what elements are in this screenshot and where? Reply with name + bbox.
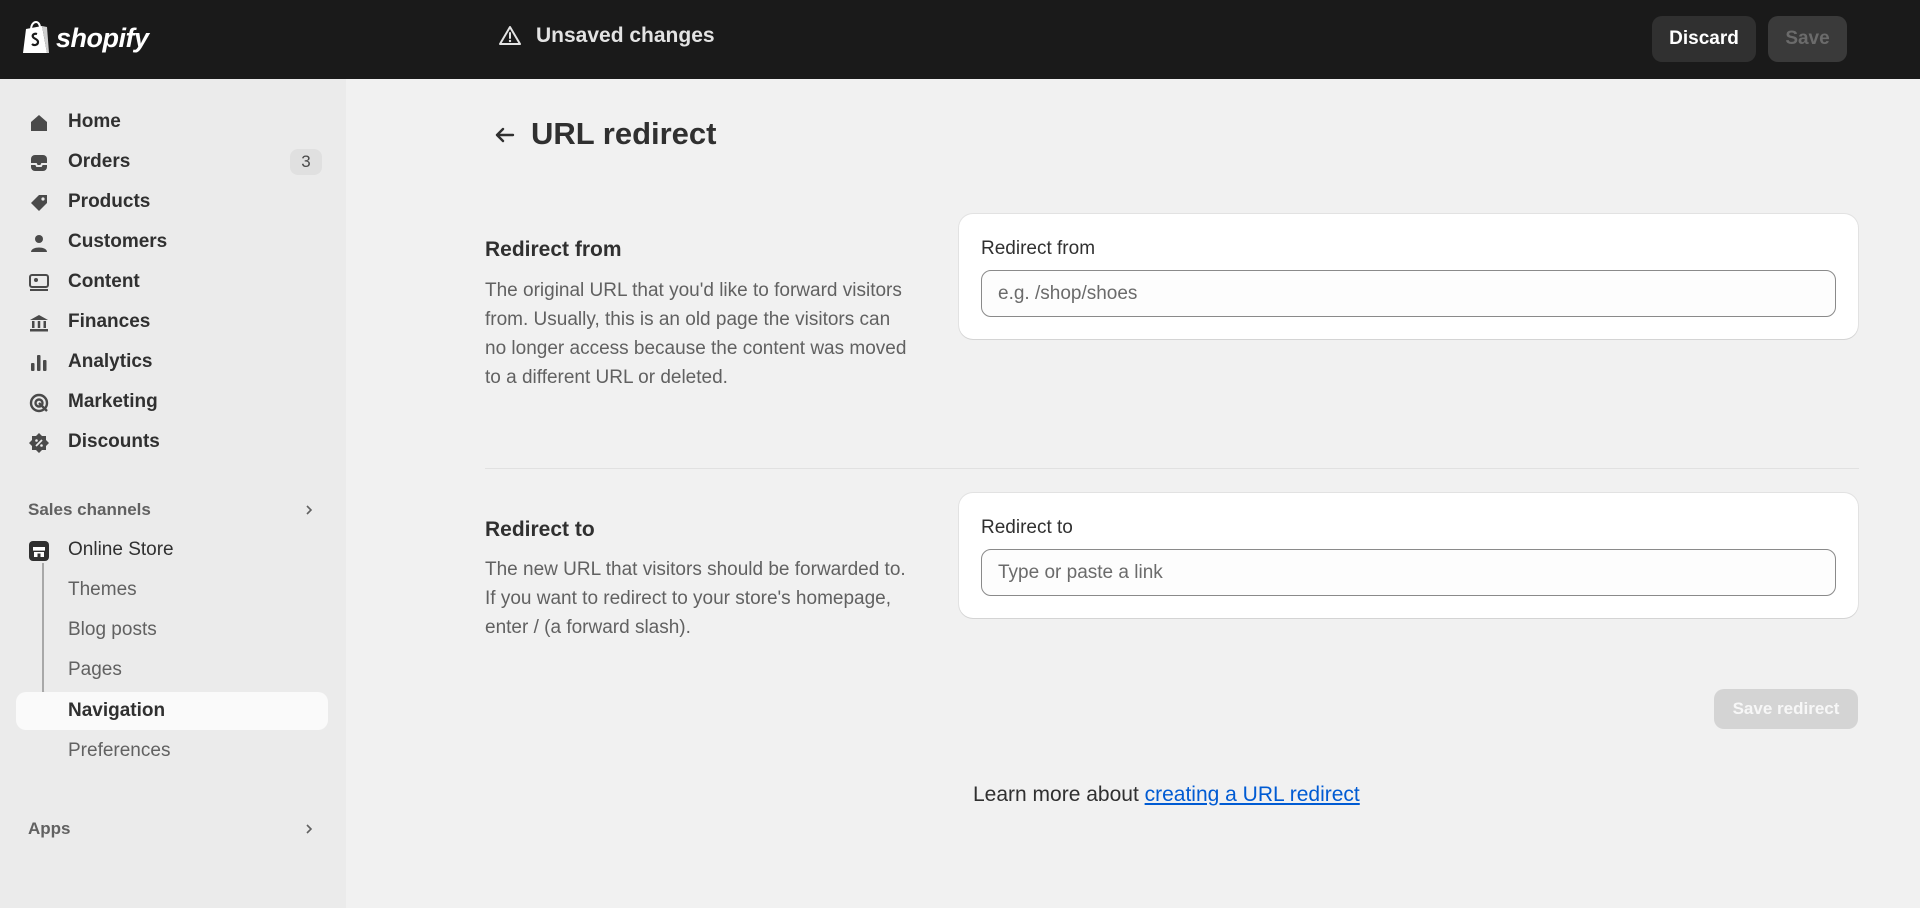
sidebar-item-products[interactable]: Products (16, 183, 328, 221)
store-icon (29, 541, 49, 561)
back-arrow-icon[interactable] (490, 120, 520, 150)
sidebar-item-label: Online Store (68, 539, 174, 560)
shopify-logo[interactable]: shopify (20, 20, 149, 56)
target-icon (29, 393, 49, 413)
discard-button[interactable]: Discard (1652, 16, 1756, 62)
section-divider (485, 468, 1859, 469)
sidebar-item-label: Discounts (68, 431, 160, 452)
sidebar: Home Orders 3 Products Customers Content… (0, 79, 346, 908)
redirect-to-input[interactable] (981, 549, 1836, 596)
sidebar-item-orders[interactable]: Orders 3 (16, 143, 328, 181)
sidebar-item-label: Finances (68, 311, 151, 332)
sidebar-subitem-preferences[interactable]: Preferences (16, 732, 328, 770)
home-icon (31, 115, 47, 131)
redirect-from-input[interactable] (981, 270, 1836, 317)
chevron-right-icon[interactable] (302, 822, 316, 836)
warning-icon (499, 26, 521, 45)
sidebar-item-label: Home (68, 111, 121, 132)
sidebar-item-customers[interactable]: Customers (16, 223, 328, 261)
sidebar-item-online-store[interactable]: Online Store (16, 531, 328, 569)
redirect-from-card: Redirect from (959, 214, 1858, 339)
sidebar-subitem-navigation[interactable]: Navigation (16, 692, 328, 730)
person-icon (31, 235, 47, 252)
sidebar-item-label: Products (68, 191, 151, 212)
save-redirect-button[interactable]: Save redirect (1714, 689, 1858, 729)
sidebar-subitem-themes[interactable]: Themes (16, 571, 328, 609)
redirect-to-description: The new URL that visitors should be forw… (485, 559, 906, 638)
sidebar-subitem-blog-posts[interactable]: Blog posts (16, 611, 328, 649)
sales-channels-label[interactable]: Sales channels (28, 500, 151, 520)
shopify-bag-icon (23, 20, 49, 53)
sidebar-item-content[interactable]: Content (16, 263, 328, 301)
unsaved-changes-indicator: Unsaved changes (498, 24, 715, 48)
sidebar-subitem-label: Navigation (68, 700, 166, 721)
logo-text: shopify (56, 22, 149, 53)
tag-icon (31, 195, 47, 211)
learn-more-text: Learn more about creating a URL redirect (973, 783, 1360, 807)
top-bar: shopify Unsaved changes Discard Save (0, 0, 1920, 79)
learn-more-link[interactable]: creating a URL redirect (1145, 783, 1360, 806)
sidebar-item-label: Content (68, 271, 140, 292)
sidebar-item-finances[interactable]: Finances (16, 303, 328, 341)
redirect-from-description: The original URL that you'd like to forw… (485, 280, 907, 388)
chevron-right-icon[interactable] (302, 503, 316, 517)
sidebar-subitem-label: Preferences (68, 740, 171, 761)
sidebar-subitem-label: Pages (68, 659, 122, 680)
redirect-from-section-title: Redirect from (485, 238, 622, 261)
sidebar-subitem-pages[interactable]: Pages (16, 651, 328, 689)
sidebar-item-label: Orders (68, 151, 131, 172)
sidebar-subitem-label: Blog posts (68, 619, 157, 640)
sidebar-item-label: Marketing (68, 391, 158, 412)
redirect-to-section-title: Redirect to (485, 518, 595, 541)
sidebar-item-analytics[interactable]: Analytics (16, 343, 328, 381)
sidebar-item-home[interactable]: Home (16, 103, 328, 141)
image-text-icon (29, 274, 49, 291)
learn-more-prefix: Learn more about (973, 783, 1145, 806)
inbox-icon (31, 155, 47, 171)
bank-icon (30, 315, 48, 332)
redirect-from-field-label: Redirect from (981, 238, 1096, 259)
page-title: URL redirect (531, 116, 717, 151)
sidebar-item-marketing[interactable]: Marketing (16, 383, 328, 421)
apps-label[interactable]: Apps (28, 819, 71, 839)
sidebar-item-discounts[interactable]: Discounts (16, 423, 328, 461)
sidebar-subitem-label: Themes (68, 579, 137, 600)
redirect-to-card: Redirect to (959, 493, 1858, 618)
sidebar-item-label: Customers (68, 231, 168, 252)
save-button[interactable]: Save (1768, 16, 1847, 62)
orders-count-badge: 3 (290, 149, 322, 175)
discount-icon (29, 433, 49, 453)
unsaved-changes-label: Unsaved changes (536, 24, 715, 47)
bar-chart-icon (31, 355, 47, 371)
sidebar-item-label: Analytics (68, 351, 153, 372)
redirect-to-field-label: Redirect to (981, 517, 1073, 538)
